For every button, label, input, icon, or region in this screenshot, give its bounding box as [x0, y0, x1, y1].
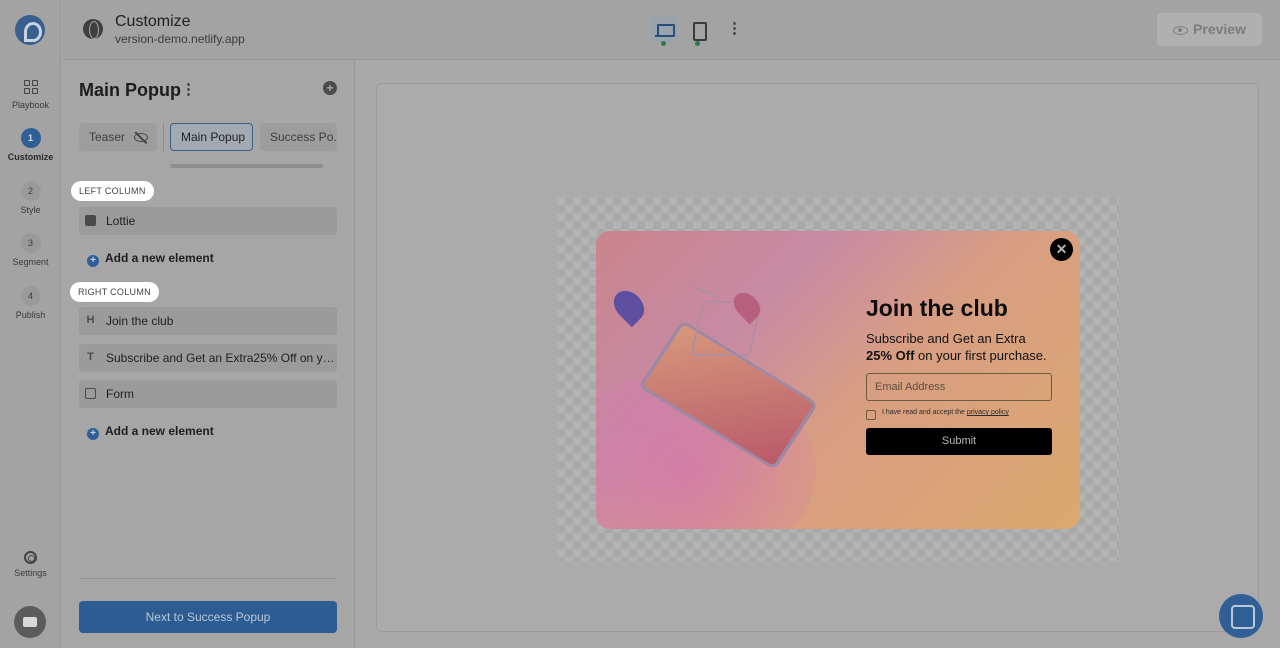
close-icon[interactable]: ✕ — [1050, 238, 1073, 261]
preview-frame: ✕ Join the club Subscribe and Get an Ext… — [376, 83, 1259, 632]
page-title: Customize — [115, 13, 191, 30]
popup-preview: ✕ Join the club Subscribe and Get an Ext… — [557, 197, 1119, 561]
site-url: version-demo.netlify.app — [115, 32, 245, 46]
eye-off-icon — [134, 133, 149, 142]
rail-item-label: Settings — [14, 568, 47, 578]
rail-item-label: Playbook — [11, 100, 50, 110]
step-number: 2 — [20, 181, 41, 201]
popup-subtitle-line2: 25% Off on your first purchase. — [866, 348, 1047, 363]
lottie-icon — [85, 215, 96, 226]
desktop-view-button[interactable] — [650, 17, 678, 43]
rail-item-segment[interactable]: 3 Segment — [0, 233, 61, 267]
panel-more-icon[interactable]: ⋮ — [181, 82, 196, 97]
panel-divider — [79, 578, 337, 579]
tab-label: Success Po... — [270, 130, 337, 144]
discount-text: 25% Off — [866, 348, 915, 363]
more-options-icon[interactable]: ⋮ — [727, 21, 742, 36]
plus-icon: + — [87, 255, 99, 267]
step-number: 3 — [20, 233, 41, 253]
popup-card: ✕ Join the club Subscribe and Get an Ext… — [596, 231, 1080, 529]
mobile-view-button[interactable] — [684, 17, 712, 43]
purchase-text: on your first purchase. — [914, 348, 1047, 363]
submit-button[interactable]: Submit — [866, 428, 1052, 455]
rail-item-publish[interactable]: 4 Publish — [0, 286, 61, 320]
consent-checkbox[interactable] — [866, 410, 876, 420]
tab-divider — [163, 123, 164, 151]
right-column-label: RIGHT COLUMN — [70, 282, 159, 302]
element-row-text[interactable]: T Subscribe and Get an Extra25% Off on y… — [79, 344, 337, 372]
grid-icon — [23, 80, 38, 94]
rail-item-customize[interactable]: 1 Customize — [0, 128, 61, 162]
element-label: Subscribe and Get an Extra25% Off on you… — [106, 351, 337, 365]
consent-label: I have read and accept the privacy polic… — [882, 409, 1009, 416]
desktop-status-dot — [661, 41, 666, 46]
search-pin-illustration — [607, 284, 651, 328]
element-row-heading[interactable]: H Join the club — [79, 307, 337, 335]
text-icon: T — [87, 351, 94, 363]
popup-subtitle-line1: Subscribe and Get an Extra — [866, 331, 1026, 346]
rail-item-playbook[interactable]: Playbook — [0, 80, 61, 110]
element-row-form[interactable]: Form — [79, 380, 337, 408]
step-number: 1 — [20, 128, 41, 148]
element-label: Join the club — [106, 314, 174, 328]
form-icon — [85, 388, 96, 399]
add-element-label: Add a new element — [105, 251, 214, 265]
step-number: 4 — [20, 286, 41, 306]
left-rail: Playbook 1 Customize 2 Style 3 Segment 4… — [0, 0, 61, 648]
preview-label: Preview — [1193, 21, 1246, 37]
tabs-scrollbar[interactable] — [170, 164, 323, 168]
tab-main-popup[interactable]: Main Popup — [170, 123, 253, 151]
rail-item-style[interactable]: 2 Style — [0, 181, 61, 215]
add-element-right[interactable]: + Add a new element — [87, 424, 214, 440]
add-step-icon[interactable]: + — [323, 81, 337, 95]
panel-title: Main Popup — [79, 80, 181, 100]
rail-item-settings[interactable]: Settings — [0, 551, 61, 578]
rail-item-label: Customize — [7, 152, 54, 162]
next-button[interactable]: Next to Success Popup — [79, 601, 337, 633]
mobile-status-dot — [695, 41, 700, 46]
rail-item-label: Style — [20, 205, 41, 215]
preview-button[interactable]: Preview — [1157, 13, 1262, 46]
tab-teaser[interactable]: Teaser — [79, 123, 157, 151]
add-element-label: Add a new element — [105, 424, 214, 438]
eye-icon — [1173, 26, 1189, 35]
chat-icon[interactable] — [1219, 594, 1263, 638]
app-logo[interactable] — [15, 15, 45, 45]
element-label: Lottie — [106, 214, 136, 228]
privacy-policy-link[interactable]: privacy policy — [967, 409, 1009, 416]
heading-icon: H — [86, 314, 95, 326]
left-column-label: LEFT COLUMN — [71, 181, 154, 201]
element-row-lottie[interactable]: Lottie — [79, 207, 337, 235]
preview-canvas: ✕ Join the club Subscribe and Get an Ext… — [356, 61, 1280, 648]
tab-success-popup[interactable]: Success Po... — [260, 123, 337, 151]
tab-label: Main Popup — [181, 130, 246, 144]
element-label: Form — [106, 387, 134, 401]
rail-item-label: Segment — [12, 257, 49, 267]
plus-icon: + — [87, 428, 99, 440]
gear-icon — [24, 551, 37, 564]
tab-label: Teaser — [89, 130, 126, 144]
briefcase-icon[interactable] — [14, 606, 46, 638]
email-input[interactable] — [866, 373, 1052, 401]
consent-text: I have read and accept the — [882, 409, 967, 416]
add-element-left[interactable]: + Add a new element — [87, 251, 214, 267]
popup-title: Join the club — [866, 295, 1008, 321]
globe-icon — [83, 19, 103, 39]
rail-item-label: Publish — [15, 310, 46, 320]
editor-panel: Main Popup ⋮ + Teaser Main Popup Success… — [62, 61, 355, 648]
